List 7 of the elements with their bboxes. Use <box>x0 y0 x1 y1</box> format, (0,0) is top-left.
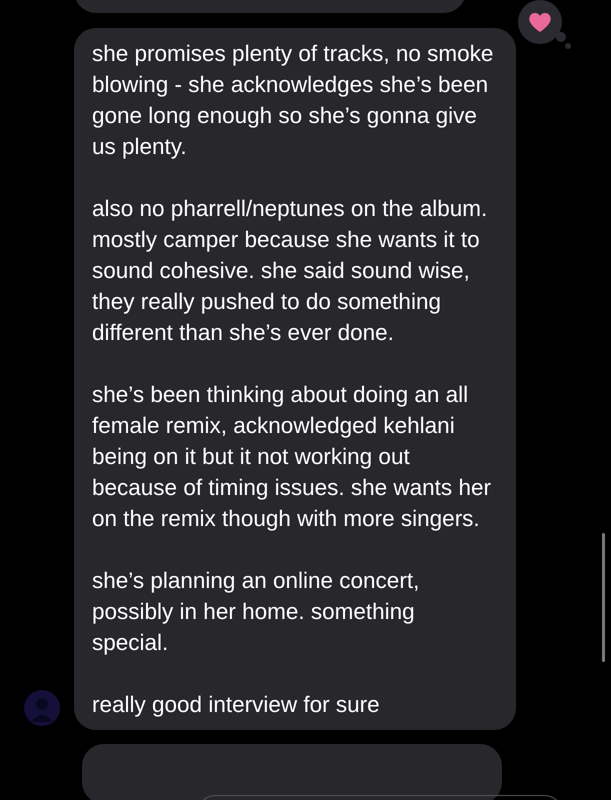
message-text: really good interview for sure <box>92 691 381 719</box>
message-text: she’s been thinking about doing an all female remix, acknowledged kehlani being on it but it not working out because of timing issues. she wants her on the remix though with more singers. <box>92 381 492 533</box>
scrollbar[interactable] <box>602 533 605 662</box>
avatar <box>24 690 60 726</box>
message-text: also no pharrell/neptunes on the album. mostly camper because she wants it to sound cohesive. she said sound wise, they really pushed to do something different than she’s ever done. <box>92 195 488 347</box>
message-text: she promises plenty of tracks, no smoke blowing - she acknowledges she’s been gone long enough so she’s gonna give us plenty. <box>92 40 494 161</box>
message-text: she’s planning an online concert, possibly in her home. something special. <box>92 567 420 657</box>
